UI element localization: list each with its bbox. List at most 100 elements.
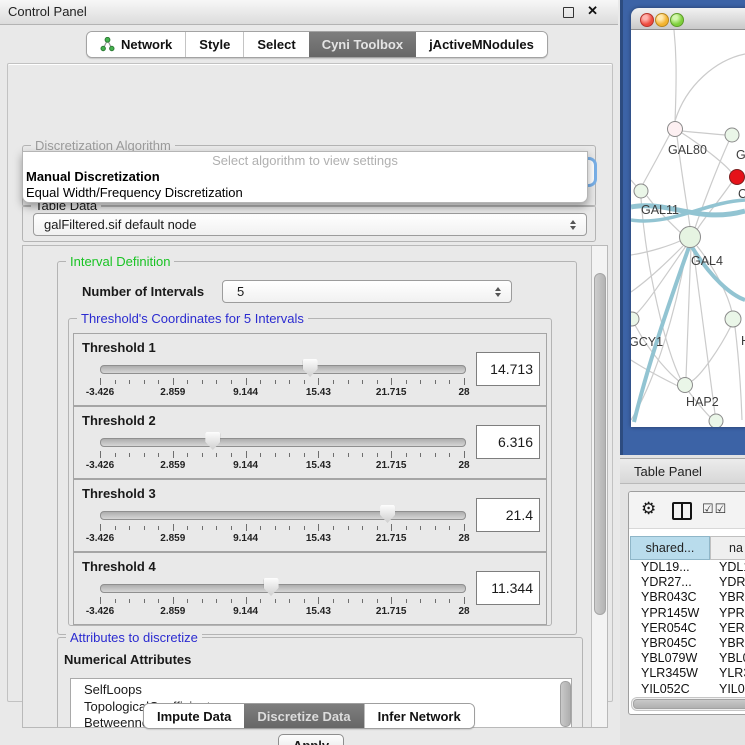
slider-tick-label: -3.426: [77, 387, 123, 398]
cell-shared-name: YDL19...: [630, 560, 713, 575]
slider-tick: [406, 453, 407, 457]
network-edge[interactable]: [674, 30, 676, 122]
table-row[interactable]: YBR045CYBR0: [630, 636, 745, 651]
network-node-label: HAP2: [686, 395, 719, 409]
attribute-list-item[interactable]: SelfLoops: [71, 679, 571, 699]
slider-tick: [216, 599, 217, 603]
slider-tick: [318, 378, 319, 385]
threshold-value-field[interactable]: 21.4: [476, 498, 540, 532]
slider-tick: [464, 597, 465, 604]
slider-tick-label: 28: [441, 606, 487, 617]
column-header-name[interactable]: na: [710, 536, 745, 560]
slider-tick: [158, 453, 159, 457]
settings-scrollbar[interactable]: [591, 246, 607, 727]
column-header-shared[interactable]: shared...: [630, 536, 710, 560]
algorithm-option-manual[interactable]: Manual Discretization: [23, 169, 587, 185]
tab-label: Impute Data: [157, 709, 231, 724]
table-row[interactable]: YDL19...YDL1: [630, 560, 745, 575]
slider-tick: [348, 380, 349, 384]
close-icon[interactable]: ✕: [587, 3, 598, 19]
threshold-value-field[interactable]: 14.713: [476, 352, 540, 386]
tab-select[interactable]: Select: [243, 32, 308, 57]
interval-definition-group: Interval Definition Number of Intervals …: [57, 261, 577, 635]
checkbox-icons[interactable]: ☑☑: [702, 501, 727, 517]
network-node[interactable]: [709, 414, 723, 427]
network-node[interactable]: [725, 128, 739, 142]
slider-tick: [100, 597, 101, 604]
window-frame-edge: [620, 0, 623, 455]
table-hscrollbar[interactable]: [631, 697, 745, 711]
slider-tick: [406, 380, 407, 384]
table-row[interactable]: YLR345WYLR3: [630, 666, 745, 681]
settings-scrollbar-thumb[interactable]: [594, 273, 606, 615]
tab-style[interactable]: Style: [185, 32, 243, 57]
slider-thumb[interactable]: [303, 359, 318, 377]
attributes-group-title: Attributes to discretize: [66, 630, 202, 645]
table-hscrollbar-thumb[interactable]: [633, 699, 745, 709]
mac-minimize-button[interactable]: [655, 13, 669, 27]
table-row[interactable]: YBR043CYBR0: [630, 590, 745, 605]
network-edge[interactable]: [631, 360, 678, 386]
number-of-intervals-combobox[interactable]: 5: [222, 280, 512, 303]
network-edge[interactable]: [631, 241, 680, 255]
threshold-value-field[interactable]: 6.316: [476, 425, 540, 459]
slider-tick: [115, 453, 116, 457]
number-of-intervals-value: 5: [223, 284, 494, 299]
slider-tick-label: 2.859: [150, 533, 196, 544]
slider-tick: [289, 599, 290, 603]
table-data-group: Table Data galFiltered.sif default node: [22, 205, 596, 242]
slider-track[interactable]: [100, 438, 466, 447]
slider-thumb[interactable]: [380, 505, 395, 523]
slider-thumb[interactable]: [205, 432, 220, 450]
network-node[interactable]: [730, 170, 745, 185]
float-window-icon[interactable]: [563, 7, 574, 18]
mac-zoom-button[interactable]: [670, 13, 684, 27]
slider-tick: [216, 526, 217, 530]
network-node[interactable]: [634, 184, 648, 198]
slider-tick: [260, 599, 261, 603]
network-edge[interactable]: [682, 131, 725, 135]
slider-tick: [289, 526, 290, 530]
slider-track[interactable]: [100, 365, 466, 374]
slider-tick-label: 2.859: [150, 387, 196, 398]
network-edge[interactable]: [643, 134, 670, 184]
screen: Control Panel ✕ Network Style Select Cyn…: [0, 0, 745, 745]
table-row[interactable]: YDR27...YDR2: [630, 575, 745, 590]
network-window-titlebar[interactable]: [631, 8, 745, 30]
columns-icon[interactable]: [672, 502, 692, 520]
table-row[interactable]: YER054CYER0: [630, 621, 745, 636]
network-node[interactable]: [725, 311, 741, 327]
network-canvas[interactable]: GAL80GAGAL11GAL4GCY1HHAP2C: [631, 30, 745, 427]
tab-cyni-toolbox[interactable]: Cyni Toolbox: [309, 32, 416, 57]
tab-jactivemnodules[interactable]: jActiveMNodules: [416, 32, 547, 57]
network-node[interactable]: [680, 227, 701, 248]
gear-icon[interactable]: ⚙: [641, 499, 656, 519]
network-node[interactable]: [668, 122, 683, 137]
slider-tick: [115, 380, 116, 384]
slider-track[interactable]: [100, 511, 466, 520]
list-scrollbar[interactable]: [559, 681, 570, 728]
algorithm-option-equal-width[interactable]: Equal Width/Frequency Discretization: [23, 185, 587, 201]
threshold-value-field[interactable]: 11.344: [476, 571, 540, 605]
network-node[interactable]: [678, 378, 693, 393]
table-row[interactable]: YBL079WYBL0: [630, 651, 745, 666]
cell-shared-name: YIL052C: [630, 682, 713, 697]
slider-thumb[interactable]: [264, 578, 279, 596]
table-data-combobox[interactable]: galFiltered.sif default node: [33, 213, 587, 236]
tab-discretize-data[interactable]: Discretize Data: [244, 704, 363, 728]
table-row[interactable]: YPR145WYPR1: [630, 606, 745, 621]
algorithm-dropdown-popup: Select algorithm to view settings Manual…: [22, 151, 588, 203]
tab-infer-network[interactable]: Infer Network: [364, 704, 474, 728]
network-edge[interactable]: [675, 54, 745, 121]
cell-name: YBL0: [713, 651, 745, 666]
slider-track[interactable]: [100, 584, 466, 593]
network-edge[interactable]: [692, 326, 731, 381]
slider-tick-label: 9.144: [223, 387, 269, 398]
tab-network[interactable]: Network: [87, 32, 185, 57]
apply-button[interactable]: Apply: [278, 734, 344, 745]
table-row[interactable]: YIL052CYIL0: [630, 682, 745, 697]
network-node[interactable]: [631, 312, 639, 326]
mac-close-button[interactable]: [640, 13, 654, 27]
tab-impute-data[interactable]: Impute Data: [144, 704, 244, 728]
slider-tick: [173, 451, 174, 458]
